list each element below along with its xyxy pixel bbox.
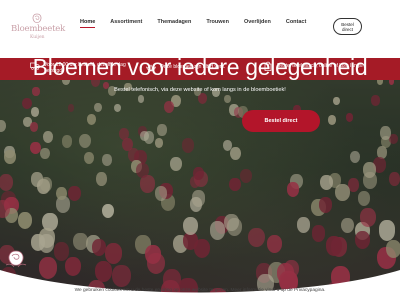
- hero-bottom-curve: [0, 270, 400, 300]
- order-direct-hero-button[interactable]: Bestel direct: [242, 110, 320, 132]
- nav-item-themadagen[interactable]: Themadagen: [157, 19, 191, 25]
- nav-item-assortiment[interactable]: Assortiment: [110, 19, 142, 25]
- nav-item-overlijden[interactable]: Overlijden: [244, 19, 271, 25]
- nav-item-home[interactable]: Home: [80, 19, 96, 28]
- hero-subtitle: Bestel telefonisch, via deze website of …: [114, 87, 286, 93]
- order-direct-header-button[interactable]: Bestel direct: [333, 18, 362, 35]
- order-direct-line2: direct: [341, 27, 353, 32]
- main-nav: Home Assortiment Themadagen Trouwen Over…: [80, 19, 321, 28]
- brand-name: Bloembeetek: [11, 24, 66, 34]
- hero-title: Bloemen voor iedere gelegenheid: [32, 54, 368, 80]
- brand-sub: Kuijen: [30, 35, 45, 40]
- nav-item-contact[interactable]: Contact: [286, 19, 306, 25]
- cookie-notice: We gebruiken cookies om u de beste ervar…: [74, 288, 326, 293]
- logo[interactable]: Bloembeetek Kuijen: [11, 13, 65, 43]
- nav-item-trouwen[interactable]: Trouwen: [206, 19, 229, 25]
- rose-logo-icon: [32, 13, 42, 23]
- rose-decoration-icon: [5, 250, 27, 268]
- site-header: Bloembeetek Kuijen Home Assortiment Them…: [0, 0, 400, 58]
